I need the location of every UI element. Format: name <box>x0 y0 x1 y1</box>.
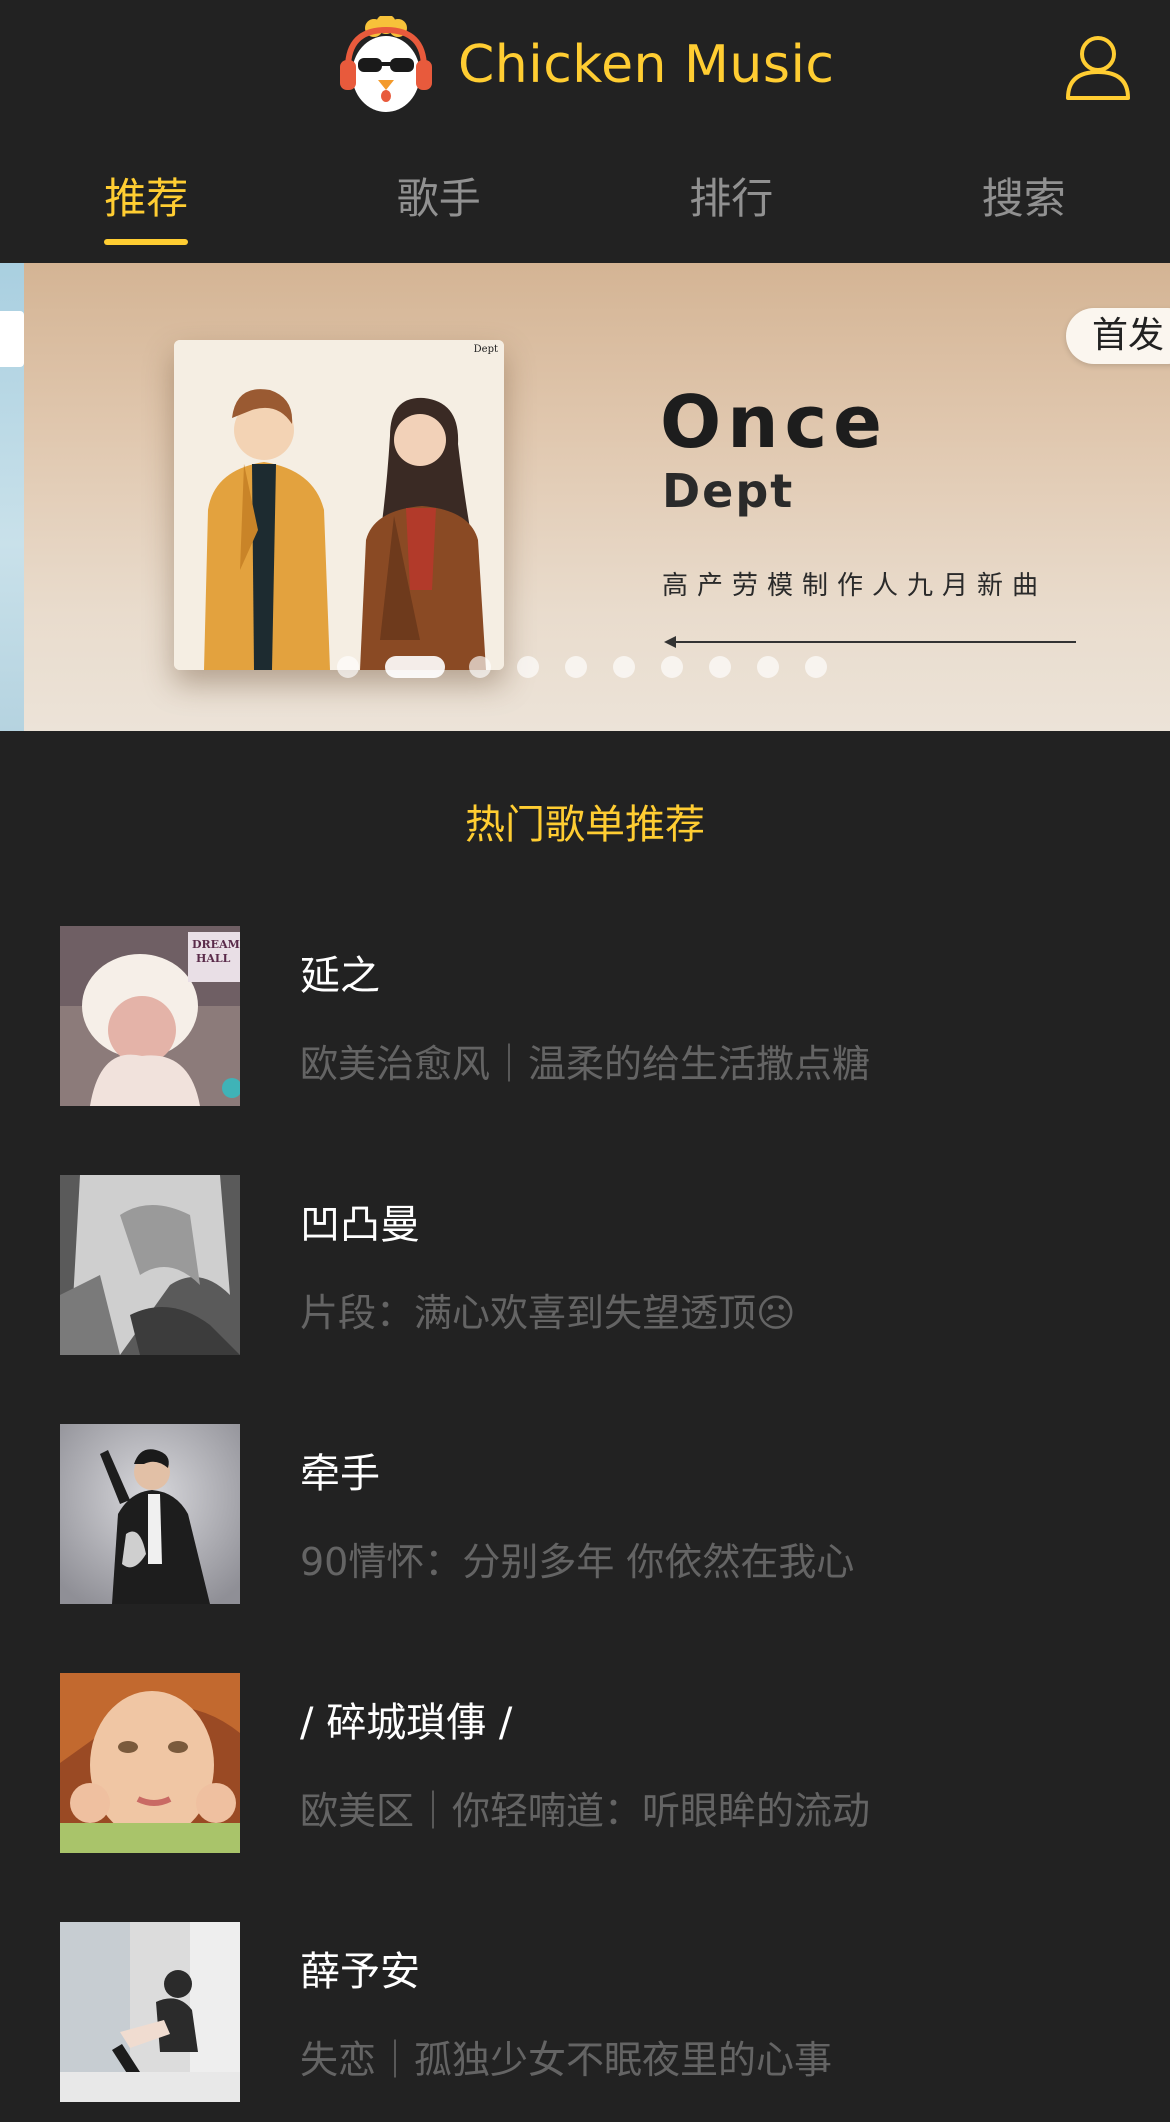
playlist-description: 90情怀：分别多年 你依然在我心 <box>300 1540 855 1584</box>
album-brand-label: Dept <box>473 344 498 355</box>
app-title: Chicken Music <box>458 35 835 95</box>
playlist-name: 凹凸曼 <box>300 1202 420 1248</box>
slider-dots <box>337 656 853 678</box>
playlist-cover <box>60 1424 240 1604</box>
tab-label: 歌手 <box>396 173 481 223</box>
slider-dot[interactable] <box>613 656 635 678</box>
list-item[interactable]: DREAM HALL 延之 欧美治愈风｜温柔的给生活撒点糖 <box>0 926 1170 1106</box>
tab-singer[interactable]: 歌手 <box>293 133 586 263</box>
slider-dot[interactable] <box>565 656 587 678</box>
playlist-cover <box>60 1673 240 1853</box>
tab-recommend[interactable]: 推荐 <box>0 133 293 263</box>
playlist-name: 延之 <box>300 953 380 999</box>
banner-description: 高产劳模制作人九月新曲 <box>662 571 1048 601</box>
tab-search[interactable]: 搜索 <box>878 133 1170 263</box>
playlist-cover <box>60 1922 240 2102</box>
slider-dot[interactable] <box>709 656 731 678</box>
playlist-description: 欧美治愈风｜温柔的给生活撒点糖 <box>300 1042 871 1086</box>
arrow-left-icon <box>664 636 1076 648</box>
playlist-cover <box>60 1175 240 1355</box>
playlist-name: / 碎城瑣倳 / <box>300 1700 513 1746</box>
user-icon[interactable] <box>1062 30 1134 102</box>
list-item[interactable]: 牵手 90情怀：分别多年 你依然在我心 <box>0 1424 1170 1604</box>
album-cover[interactable]: Dept <box>174 340 504 670</box>
banner-artist: Dept <box>662 464 795 518</box>
previous-slide-tag <box>0 311 24 367</box>
slider-dot[interactable] <box>805 656 827 678</box>
premiere-badge: 首发 <box>1066 308 1170 364</box>
svg-text:HALL: HALL <box>196 952 231 965</box>
slider-dot[interactable] <box>661 656 683 678</box>
playlist-cover: DREAM HALL <box>60 926 240 1106</box>
playlist-description: 片段：满心欢喜到失望透顶☹ <box>300 1291 796 1335</box>
tab-active-indicator <box>104 239 189 245</box>
playlist-name: 牵手 <box>300 1451 380 1497</box>
slider-dot[interactable] <box>517 656 539 678</box>
playlist-name: 薛予安 <box>300 1949 420 1995</box>
banner-slider[interactable]: Dept 首发 Once Dept 高产劳模制作人九月新曲 <box>0 263 1170 731</box>
tab-label: 推荐 <box>104 173 189 223</box>
playlist-description: 失恋｜孤独少女不眠夜里的心事 <box>300 2038 833 2082</box>
previous-slide-peek[interactable] <box>0 263 24 731</box>
tab-label: 搜索 <box>981 173 1066 223</box>
list-item[interactable]: 凹凸曼 片段：满心欢喜到失望透顶☹ <box>0 1175 1170 1355</box>
svg-text:DREAM: DREAM <box>192 938 240 951</box>
slider-dot[interactable] <box>469 656 491 678</box>
list-item[interactable]: / 碎城瑣倳 / 欧美区｜你轻喃道：听眼眸的流动 <box>0 1673 1170 1853</box>
tab-rank[interactable]: 排行 <box>585 133 878 263</box>
slider-dot[interactable] <box>385 656 445 678</box>
tab-bar: 推荐 歌手 排行 搜索 <box>0 133 1170 263</box>
slider-dot[interactable] <box>337 656 359 678</box>
playlist-description: 欧美区｜你轻喃道：听眼眸的流动 <box>300 1789 871 1833</box>
list-item[interactable]: 薛予安 失恋｜孤独少女不眠夜里的心事 <box>0 1922 1170 2102</box>
app-header: Chicken Music <box>0 0 1170 133</box>
banner-song-title: Once <box>660 380 888 464</box>
section-title: 热门歌单推荐 <box>465 802 705 848</box>
chicken-logo-icon <box>338 14 434 116</box>
tab-label: 排行 <box>689 173 774 223</box>
slider-dot[interactable] <box>757 656 779 678</box>
